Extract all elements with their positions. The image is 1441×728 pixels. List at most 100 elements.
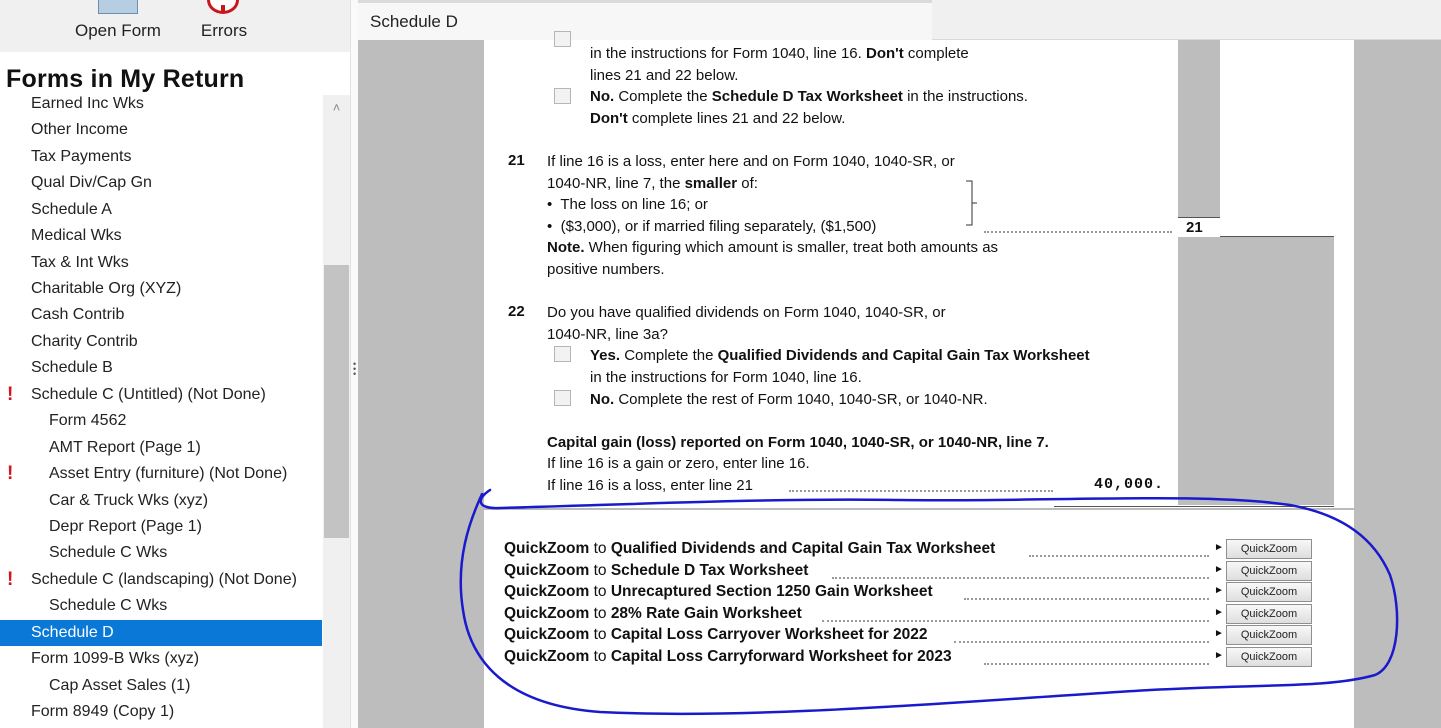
arrow-icon: ► — [1214, 542, 1224, 553]
splitter-grip-icon: • • • — [353, 359, 357, 379]
form-item-label: Earned Inc Wks — [31, 95, 144, 112]
form-item[interactable]: Form 4562 — [0, 408, 322, 434]
form-text: Note. When figuring which amount is smal… — [547, 239, 999, 256]
scrollbar-thumb[interactable] — [324, 265, 349, 538]
form-text: 1040-NR, line 3a? — [547, 326, 668, 343]
form-item[interactable]: Cap Asset Sales (1) — [0, 673, 322, 699]
form-item[interactable]: Tax Payments — [0, 144, 322, 170]
form-text: lines 21 and 22 below. — [590, 67, 739, 84]
no-checkbox[interactable] — [554, 390, 571, 406]
forms-scrollbar[interactable]: ˄ — [323, 95, 350, 728]
leader-dots — [832, 577, 1209, 579]
form-item[interactable]: Medical Wks — [0, 223, 322, 249]
leader-dots — [1029, 555, 1209, 557]
line-number: 21 — [508, 152, 525, 169]
quickzoom-row: QuickZoom to Capital Loss Carryforward W… — [504, 648, 952, 665]
form-item-label: Schedule C (landscaping) (Not Done) — [31, 571, 297, 588]
forms-list: Earned Inc Wks Other Income Tax Payments… — [0, 90, 322, 728]
form-text: No. Complete the Schedule D Tax Workshee… — [590, 88, 1028, 105]
form-item-label: Qual Div/Cap Gn — [31, 174, 152, 191]
form-item[interactable]: Charity Contrib — [0, 329, 322, 355]
quickzoom-button[interactable]: QuickZoom — [1226, 539, 1312, 559]
scroll-up-icon[interactable]: ˄ — [323, 95, 350, 121]
form-page: in the instructions for Form 1040, line … — [484, 31, 1354, 728]
line-21-entry[interactable] — [1220, 236, 1334, 237]
form-item[interactable]: ! Schedule C (Untitled) (Not Done) — [0, 382, 322, 408]
leader-dots — [964, 598, 1209, 600]
error-mark-icon: ! — [7, 569, 14, 590]
open-form-button[interactable]: Open Form — [58, 0, 178, 52]
arrow-icon: ► — [1214, 585, 1224, 596]
form-item[interactable]: AMT Report (Page 1) — [0, 435, 322, 461]
form-item[interactable]: Earned Inc Wks — [0, 91, 322, 117]
quickzoom-button[interactable]: QuickZoom — [1226, 647, 1312, 667]
error-mark-icon: ! — [7, 384, 14, 405]
form-item-label: Medical Wks — [31, 227, 122, 244]
divider — [484, 508, 1354, 510]
arrow-icon: ► — [1214, 607, 1224, 618]
line-number: 22 — [508, 303, 525, 320]
bullet-icon: • — [547, 196, 553, 213]
capital-gain-value[interactable]: 40,000. — [1094, 475, 1164, 495]
form-text: Yes. Complete the Qualified Dividends an… — [590, 347, 1090, 364]
tab-schedule-d[interactable]: Schedule D — [358, 0, 932, 40]
panel-splitter[interactable]: • • • — [350, 0, 358, 728]
form-item-label: Schedule D — [31, 624, 114, 641]
quickzoom-row: QuickZoom to Capital Loss Carryover Work… — [504, 626, 928, 643]
forms-panel: Open Form Errors Forms in My Return Earn… — [0, 0, 350, 728]
bullet-icon: • — [547, 218, 553, 235]
form-text: in the instructions for Form 1040, line … — [590, 369, 862, 386]
form-item[interactable]: ! Schedule C (landscaping) (Not Done) — [0, 567, 322, 593]
form-item[interactable]: Other Income — [0, 117, 322, 143]
form-item[interactable]: Car & Truck Wks (xyz) — [0, 488, 322, 514]
total-line — [1054, 506, 1334, 507]
form-item-label: Schedule C Wks — [49, 544, 168, 561]
form-item[interactable]: Schedule A — [0, 197, 322, 223]
form-item-label: Schedule B — [31, 359, 113, 376]
quickzoom-button[interactable]: QuickZoom — [1226, 582, 1312, 602]
toolbar: Open Form Errors — [0, 0, 350, 52]
leader-dots — [954, 641, 1209, 643]
form-item[interactable]: Schedule C Wks — [0, 540, 322, 566]
form-item[interactable]: Schedule C Wks — [0, 593, 322, 619]
form-view: Schedule D in the instructions for Form … — [358, 0, 1441, 728]
form-item-label: Form 8949 (Copy 1) — [31, 703, 175, 720]
form-text: in the instructions for Form 1040, line … — [590, 45, 969, 62]
form-text: If line 16 is a gain or zero, enter line… — [547, 455, 810, 472]
form-item[interactable]: Qual Div/Cap Gn — [0, 170, 322, 196]
form-item-label: Cap Asset Sales (1) — [49, 677, 191, 694]
quickzoom-button[interactable]: QuickZoom — [1226, 604, 1312, 624]
leader-dots — [789, 490, 1053, 492]
quickzoom-button[interactable]: QuickZoom — [1226, 625, 1312, 645]
form-item-label: Form 1099-B Wks (xyz) — [31, 650, 200, 667]
form-item[interactable]: Tax & Int Wks — [0, 250, 322, 276]
form-text: positive numbers. — [547, 261, 665, 278]
errors-button[interactable]: Errors — [188, 0, 260, 52]
form-text: 1040-NR, line 7, the smaller of: — [547, 175, 758, 192]
form-item-label: Other Income — [31, 121, 128, 138]
shaded-column — [1178, 237, 1334, 505]
form-item-label: Asset Entry (furniture) (Not Done) — [49, 465, 288, 482]
form-item-label: Charitable Org (XYZ) — [31, 280, 182, 297]
form-item[interactable]: Cash Contrib — [0, 302, 322, 328]
form-item[interactable]: Charitable Org (XYZ) — [0, 276, 322, 302]
line-21-box-label: 21 — [1186, 219, 1203, 236]
form-item[interactable]: ! Asset Entry (furniture) (Not Done) — [0, 461, 322, 487]
form-item[interactable]: Form 8949 (Copy 1) — [0, 699, 322, 725]
form-item[interactable]: Depr Report (Page 1) — [0, 514, 322, 540]
form-item-selected[interactable]: Schedule D — [0, 620, 322, 646]
yes-checkbox[interactable] — [554, 346, 571, 362]
form-item[interactable]: Schedule B — [0, 355, 322, 381]
form-text: No. Complete the rest of Form 1040, 1040… — [590, 391, 988, 408]
form-item-label: Tax & Int Wks — [31, 254, 129, 271]
form-heading: Capital gain (loss) reported on Form 104… — [547, 434, 1049, 451]
no-checkbox[interactable] — [554, 88, 571, 104]
quickzoom-button[interactable]: QuickZoom — [1226, 561, 1312, 581]
form-item-label: Depr Report (Page 1) — [49, 518, 202, 535]
form-item-label: Tax Payments — [31, 148, 132, 165]
brace-icon — [966, 180, 977, 226]
form-item[interactable]: Form 1099-B Wks (xyz) — [0, 646, 322, 672]
quickzoom-row: QuickZoom to 28% Rate Gain Worksheet — [504, 605, 802, 622]
form-text: Don't complete lines 21 and 22 below. — [590, 110, 846, 127]
checkbox[interactable] — [554, 31, 571, 47]
